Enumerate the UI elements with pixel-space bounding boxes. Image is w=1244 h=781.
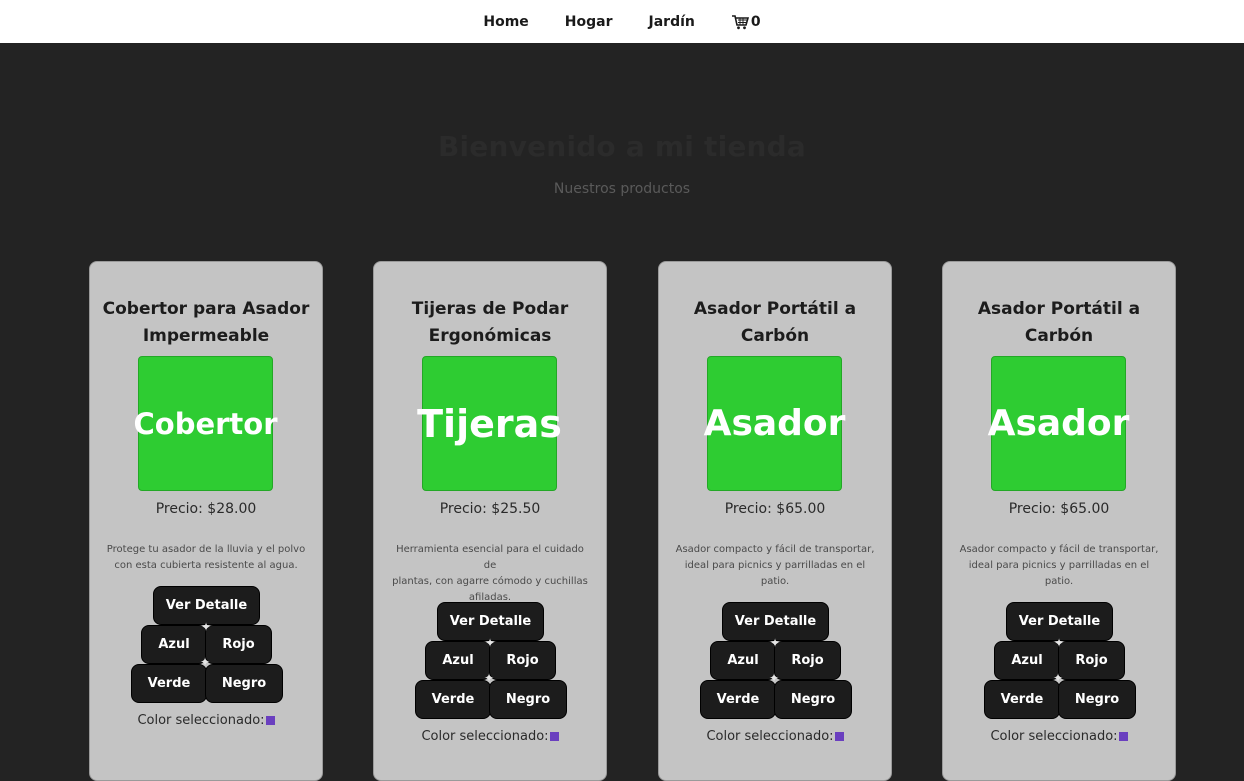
cart-icon — [731, 14, 749, 29]
color-red-button[interactable]: Rojo — [774, 641, 841, 680]
product-title: Asador Portátil a Carbón — [669, 296, 881, 350]
description-line: patio. — [1044, 576, 1074, 587]
color-green-button[interactable]: Verde — [415, 680, 491, 719]
color-black-button[interactable]: Negro — [205, 664, 283, 703]
product-title-line: Impermeable — [142, 326, 270, 346]
color-red-button[interactable]: Rojo — [489, 641, 556, 680]
color-black-button[interactable]: Negro — [774, 680, 852, 719]
nav-link-home[interactable]: Home — [483, 14, 528, 30]
product-card: Asador Portátil a Carbón Asador Precio: … — [942, 261, 1176, 781]
selected-color-label: Color seleccionado: — [706, 729, 834, 744]
color-red-button[interactable]: Rojo — [205, 625, 272, 664]
cart-link[interactable]: 0 — [731, 14, 761, 30]
selected-color-swatch — [1118, 732, 1128, 741]
sparkle-icon: ✦ — [769, 636, 781, 650]
color-green-button[interactable]: Verde — [131, 664, 207, 703]
color-green-button[interactable]: Verde — [700, 680, 776, 719]
description-line: ideal para picnics y parrilladas en el — [684, 560, 866, 571]
product-title-line: Cobertor para Asador — [102, 299, 310, 319]
sparkle-icon: ✦ — [768, 671, 780, 685]
cart-count: 0 — [750, 13, 761, 30]
product-card: Tijeras de Podar Ergonómicas Tijeras Pre… — [373, 261, 607, 781]
product-title: Cobertor para Asador Impermeable — [100, 296, 312, 350]
description-line: patio. — [760, 576, 790, 587]
sparkle-icon: ✦ — [1053, 636, 1065, 650]
color-black-button[interactable]: Negro — [489, 680, 567, 719]
sparkle-icon: ✦ — [200, 620, 212, 634]
sparkle-icon: ✦ — [199, 655, 211, 669]
product-image[interactable]: Asador — [704, 356, 845, 491]
selected-color-swatch — [265, 716, 275, 725]
product-title-line: Carbón — [740, 326, 810, 346]
product-image[interactable]: Asador — [988, 356, 1129, 491]
selected-color: Color seleccionado: — [943, 729, 1175, 744]
product-title-line: Asador Portátil a — [977, 299, 1141, 319]
color-red-button[interactable]: Rojo — [1058, 641, 1125, 680]
nav-menu: Home Hogar Jardín 0 — [483, 14, 760, 30]
description-line: Asador compacto y fácil de transportar, — [675, 544, 875, 555]
color-blue-button[interactable]: Azul — [994, 641, 1060, 680]
product-image[interactable]: Cobertor — [133, 356, 278, 491]
selected-color-swatch — [549, 732, 559, 741]
product-title: Tijeras de Podar Ergonómicas — [384, 296, 596, 350]
product-image[interactable]: Tijeras — [417, 356, 562, 491]
color-blue-button[interactable]: Azul — [141, 625, 207, 664]
description-line: plantas, con agarre cómodo y cuchillas — [392, 576, 588, 587]
selected-color-swatch — [834, 732, 844, 741]
color-green-button[interactable]: Verde — [984, 680, 1060, 719]
hero-section: Bienvenido a mi tienda Nuestros producto… — [0, 130, 1244, 197]
sparkle-icon: ✦ — [1052, 671, 1064, 685]
product-price: Precio: $25.50 — [439, 501, 541, 517]
product-description: Herramienta esencial para el cuidado de … — [390, 542, 590, 606]
product-card: Asador Portátil a Carbón Asador Precio: … — [658, 261, 892, 781]
color-blue-button[interactable]: Azul — [710, 641, 776, 680]
description-line: ideal para picnics y parrilladas en el — [968, 560, 1150, 571]
hero-title: Bienvenido a mi tienda — [437, 130, 807, 163]
selected-color-label: Color seleccionado: — [137, 713, 265, 728]
product-title: Asador Portátil a Carbón — [953, 296, 1165, 350]
description-line: con esta cubierta resistente al agua. — [114, 560, 298, 571]
selected-color-label: Color seleccionado: — [990, 729, 1118, 744]
hero-subtitle: Nuestros productos — [553, 181, 691, 197]
top-navbar: Home Hogar Jardín 0 — [0, 0, 1244, 43]
selected-color: Color seleccionado: — [659, 729, 891, 744]
product-price: Precio: $65.00 — [1008, 501, 1110, 517]
product-title-line: Asador Portátil a — [693, 299, 857, 319]
nav-link-hogar[interactable]: Hogar — [565, 14, 613, 30]
color-blue-button[interactable]: Azul — [425, 641, 491, 680]
description-line: Asador compacto y fácil de transportar, — [959, 544, 1159, 555]
selected-color: Color seleccionado: — [374, 729, 606, 744]
sparkle-icon: ✦ — [484, 636, 496, 650]
selected-color-label: Color seleccionado: — [421, 729, 549, 744]
nav-link-jardin[interactable]: Jardín — [649, 14, 695, 30]
sparkle-icon: ✦ — [483, 671, 495, 685]
product-description: Asador compacto y fácil de transportar, … — [959, 542, 1159, 590]
product-title-line: Tijeras de Podar — [411, 299, 569, 319]
product-title-line: Ergonómicas — [428, 326, 552, 346]
description-line: Herramienta esencial para el cuidado de — [396, 544, 584, 571]
product-price: Precio: $28.00 — [155, 501, 257, 517]
product-description: Protege tu asador de la lluvia y el polv… — [106, 542, 306, 574]
product-description: Asador compacto y fácil de transportar, … — [675, 542, 875, 590]
product-price: Precio: $65.00 — [724, 501, 826, 517]
color-black-button[interactable]: Negro — [1058, 680, 1136, 719]
product-title-line: Carbón — [1024, 326, 1094, 346]
description-line: Protege tu asador de la lluvia y el polv… — [106, 544, 306, 555]
selected-color: Color seleccionado: — [90, 713, 322, 728]
product-card: Cobertor para Asador Impermeable Coberto… — [89, 261, 323, 781]
